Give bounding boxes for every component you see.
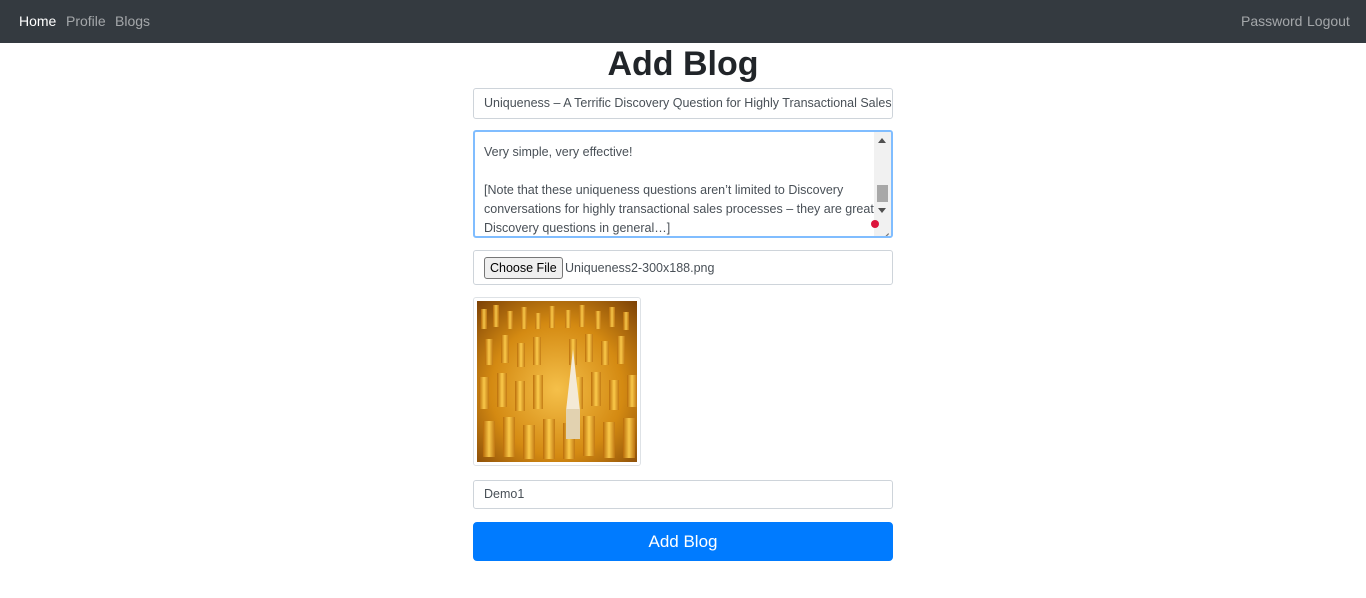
image-preview <box>473 297 641 466</box>
nav-link-blogs[interactable]: Blogs <box>115 13 150 30</box>
image-file-input[interactable]: Choose File Uniqueness2-300x188.png <box>473 250 893 285</box>
triangle-up-icon[interactable] <box>878 138 886 143</box>
nav-link-logout[interactable]: Logout <box>1307 13 1350 30</box>
nav-link-password[interactable]: Password <box>1241 13 1302 30</box>
pencils-image <box>477 301 637 462</box>
nav-link-profile[interactable]: Profile <box>66 13 106 30</box>
top-navbar: Home Profile Blogs Password Logout <box>0 0 1366 43</box>
blog-title-input[interactable]: Uniqueness – A Terrific Discovery Questi… <box>473 88 893 119</box>
nav-link-home[interactable]: Home <box>19 13 56 30</box>
triangle-down-icon[interactable] <box>878 208 886 213</box>
page-title: Add Blog <box>607 45 759 83</box>
resize-grip-icon[interactable] <box>879 224 889 234</box>
author-input[interactable]: Demo1 <box>473 480 893 509</box>
blog-body-text: Very simple, very effective! [Note that … <box>484 145 874 235</box>
red-dot-icon <box>871 220 879 228</box>
blog-body-textarea[interactable]: Very simple, very effective! [Note that … <box>473 130 893 238</box>
choose-file-button[interactable]: Choose File <box>484 257 563 279</box>
add-blog-button[interactable]: Add Blog <box>473 522 893 561</box>
scrollbar-thumb[interactable] <box>877 185 888 202</box>
selected-file-name: Uniqueness2-300x188.png <box>565 261 715 275</box>
